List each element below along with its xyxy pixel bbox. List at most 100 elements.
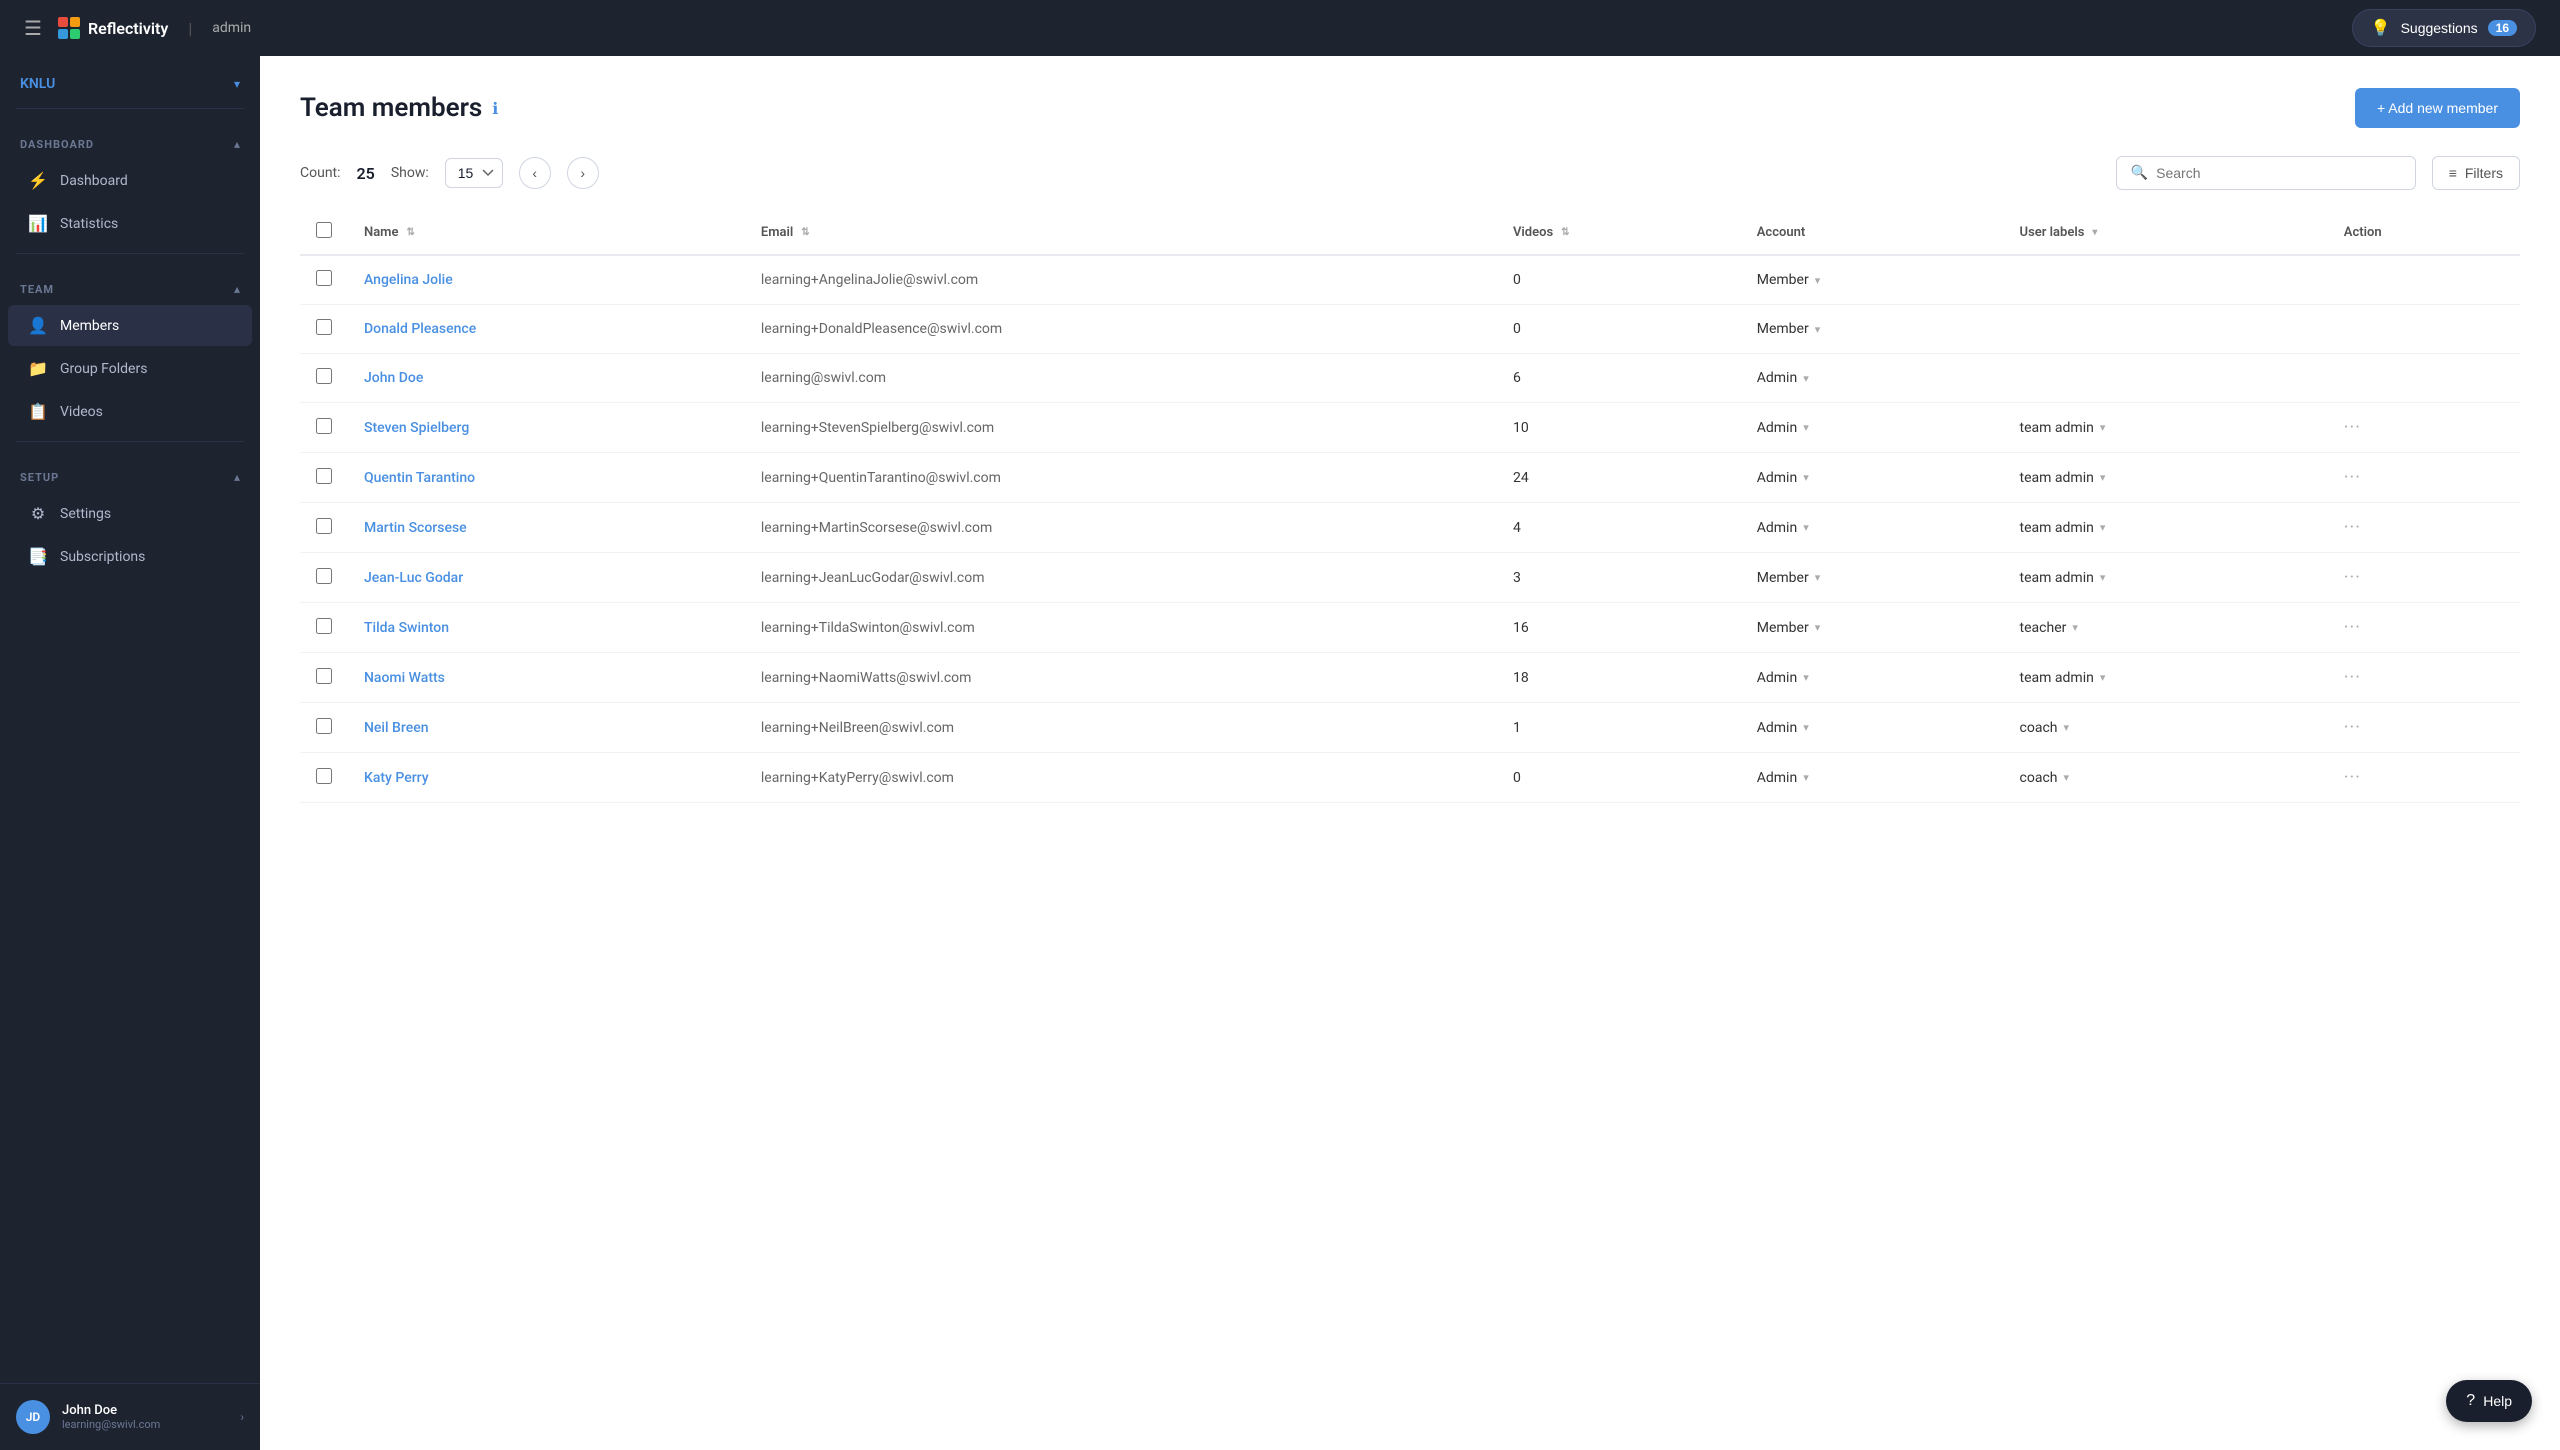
- account-dropdown-icon-4[interactable]: ▾: [1803, 471, 1809, 484]
- labels-dropdown-icon-7[interactable]: ▾: [2072, 621, 2078, 634]
- select-all-checkbox[interactable]: [316, 222, 332, 238]
- row-action-cell: ···: [2328, 753, 2520, 803]
- table-row: Donald Pleasence learning+DonaldPleasenc…: [300, 305, 2520, 354]
- row-checkbox-5[interactable]: [316, 518, 332, 534]
- show-select[interactable]: 10 15 25 50: [445, 158, 503, 188]
- member-link-10[interactable]: Katy Perry: [364, 770, 429, 786]
- member-link-5[interactable]: Martin Scorsese: [364, 520, 467, 536]
- sidebar-user-email: learning@swivl.com: [62, 1418, 160, 1431]
- row-checkbox-2[interactable]: [316, 368, 332, 384]
- info-icon[interactable]: ℹ: [492, 99, 498, 118]
- sidebar-setup-header[interactable]: SETUP ▴: [0, 450, 260, 492]
- email-sort-icon[interactable]: ⇅: [801, 227, 809, 238]
- row-labels-cell: [2004, 255, 2328, 305]
- action-menu-10[interactable]: ···: [2344, 767, 2361, 788]
- labels-dropdown-icon-3[interactable]: ▾: [2100, 421, 2106, 434]
- col-header-name[interactable]: Name ⇅: [348, 210, 745, 255]
- action-menu-3[interactable]: ···: [2344, 417, 2361, 438]
- labels-dropdown-icon-4[interactable]: ▾: [2100, 471, 2106, 484]
- action-menu-6[interactable]: ···: [2344, 567, 2361, 588]
- sidebar-item-group-folders[interactable]: 📁 Group Folders: [8, 348, 252, 389]
- labels-dropdown-icon-8[interactable]: ▾: [2100, 671, 2106, 684]
- action-menu-9[interactable]: ···: [2344, 717, 2361, 738]
- row-checkbox-4[interactable]: [316, 468, 332, 484]
- member-videos-2: 6: [1513, 370, 1521, 386]
- member-link-1[interactable]: Donald Pleasence: [364, 321, 476, 337]
- member-link-8[interactable]: Naomi Watts: [364, 670, 445, 686]
- row-checkbox-6[interactable]: [316, 568, 332, 584]
- member-link-4[interactable]: Quentin Tarantino: [364, 470, 475, 486]
- filters-button[interactable]: ≡ Filters: [2432, 156, 2520, 190]
- labels-dropdown-icon-10[interactable]: ▾: [2064, 771, 2070, 784]
- row-account-cell: Admin ▾: [1741, 403, 2004, 453]
- row-checkbox-8[interactable]: [316, 668, 332, 684]
- account-dropdown-icon-2[interactable]: ▾: [1803, 372, 1809, 385]
- account-dropdown-icon-9[interactable]: ▾: [1803, 721, 1809, 734]
- sidebar-org-section[interactable]: KNLU ▾: [0, 56, 260, 100]
- sidebar-team-header[interactable]: TEAM ▴: [0, 262, 260, 304]
- account-dropdown-icon-10[interactable]: ▾: [1803, 771, 1809, 784]
- row-check-cell: [300, 703, 348, 753]
- account-dropdown-icon-3[interactable]: ▾: [1803, 421, 1809, 434]
- member-email-3: learning+StevenSpielberg@swivl.com: [761, 420, 994, 436]
- row-account-cell: Admin ▾: [1741, 753, 2004, 803]
- sidebar: KNLU ▾ DASHBOARD ▴ ⚡ Dashboard 📊 Statist…: [0, 56, 260, 1450]
- action-menu-5[interactable]: ···: [2344, 517, 2361, 538]
- action-menu-7[interactable]: ···: [2344, 617, 2361, 638]
- sidebar-dashboard-header[interactable]: DASHBOARD ▴: [0, 117, 260, 159]
- table-row: Steven Spielberg learning+StevenSpielber…: [300, 403, 2520, 453]
- filter-icon: ≡: [2449, 165, 2457, 181]
- sidebar-item-subscriptions[interactable]: 📑 Subscriptions: [8, 536, 252, 577]
- sidebar-item-statistics[interactable]: 📊 Statistics: [8, 203, 252, 244]
- row-checkbox-0[interactable]: [316, 270, 332, 286]
- labels-dropdown-icon-9[interactable]: ▾: [2064, 721, 2070, 734]
- row-labels-cell: team admin ▾: [2004, 453, 2328, 503]
- add-new-member-button[interactable]: + Add new member: [2355, 88, 2520, 128]
- row-checkbox-10[interactable]: [316, 768, 332, 784]
- member-link-0[interactable]: Angelina Jolie: [364, 272, 453, 288]
- action-menu-8[interactable]: ···: [2344, 667, 2361, 688]
- sidebar-item-settings[interactable]: ⚙ Settings: [8, 493, 252, 534]
- account-dropdown-icon-1[interactable]: ▾: [1815, 323, 1821, 336]
- suggestions-button[interactable]: 💡 Suggestions 16: [2352, 9, 2536, 47]
- row-checkbox-7[interactable]: [316, 618, 332, 634]
- member-link-2[interactable]: John Doe: [364, 370, 423, 386]
- sidebar-item-members[interactable]: 👤 Members: [8, 305, 252, 346]
- member-videos-8: 18: [1513, 670, 1529, 686]
- table-toolbar: Count: 25 Show: 10 15 25 50 ‹ › 🔍 ≡ Filt…: [300, 156, 2520, 190]
- name-sort-icon[interactable]: ⇅: [406, 227, 414, 238]
- member-link-7[interactable]: Tilda Swinton: [364, 620, 449, 636]
- action-menu-4[interactable]: ···: [2344, 467, 2361, 488]
- help-button[interactable]: ? Help: [2446, 1380, 2532, 1422]
- members-icon: 👤: [28, 316, 48, 335]
- member-link-3[interactable]: Steven Spielberg: [364, 420, 469, 436]
- sidebar-item-dashboard[interactable]: ⚡ Dashboard: [8, 160, 252, 201]
- account-dropdown-icon-6[interactable]: ▾: [1815, 571, 1821, 584]
- row-name-cell: Donald Pleasence: [348, 305, 745, 354]
- member-link-6[interactable]: Jean-Luc Godar: [364, 570, 463, 586]
- account-dropdown-icon-8[interactable]: ▾: [1803, 671, 1809, 684]
- labels-sort-icon[interactable]: ▾: [2092, 227, 2097, 238]
- account-dropdown-icon-0[interactable]: ▾: [1815, 274, 1821, 287]
- col-header-user-labels[interactable]: User labels ▾: [2004, 210, 2328, 255]
- table-header: Name ⇅ Email ⇅ Videos ⇅: [300, 210, 2520, 255]
- row-checkbox-3[interactable]: [316, 418, 332, 434]
- next-page-button[interactable]: ›: [567, 157, 599, 189]
- labels-dropdown-icon-6[interactable]: ▾: [2100, 571, 2106, 584]
- member-account-8: Admin: [1757, 670, 1797, 686]
- col-header-email[interactable]: Email ⇅: [745, 210, 1497, 255]
- row-checkbox-9[interactable]: [316, 718, 332, 734]
- search-input[interactable]: [2156, 165, 2401, 181]
- member-link-9[interactable]: Neil Breen: [364, 720, 429, 736]
- labels-dropdown-icon-5[interactable]: ▾: [2100, 521, 2106, 534]
- menu-icon[interactable]: ☰: [24, 16, 42, 40]
- col-header-videos[interactable]: Videos ⇅: [1497, 210, 1741, 255]
- sidebar-item-videos[interactable]: 📋 Videos: [8, 391, 252, 432]
- count-label: Count:: [300, 165, 341, 181]
- account-dropdown-icon-5[interactable]: ▾: [1803, 521, 1809, 534]
- videos-sort-icon[interactable]: ⇅: [1561, 227, 1569, 238]
- sidebar-user-profile[interactable]: JD John Doe learning@swivl.com ›: [0, 1383, 260, 1450]
- account-dropdown-icon-7[interactable]: ▾: [1815, 621, 1821, 634]
- prev-page-button[interactable]: ‹: [519, 157, 551, 189]
- row-checkbox-1[interactable]: [316, 319, 332, 335]
